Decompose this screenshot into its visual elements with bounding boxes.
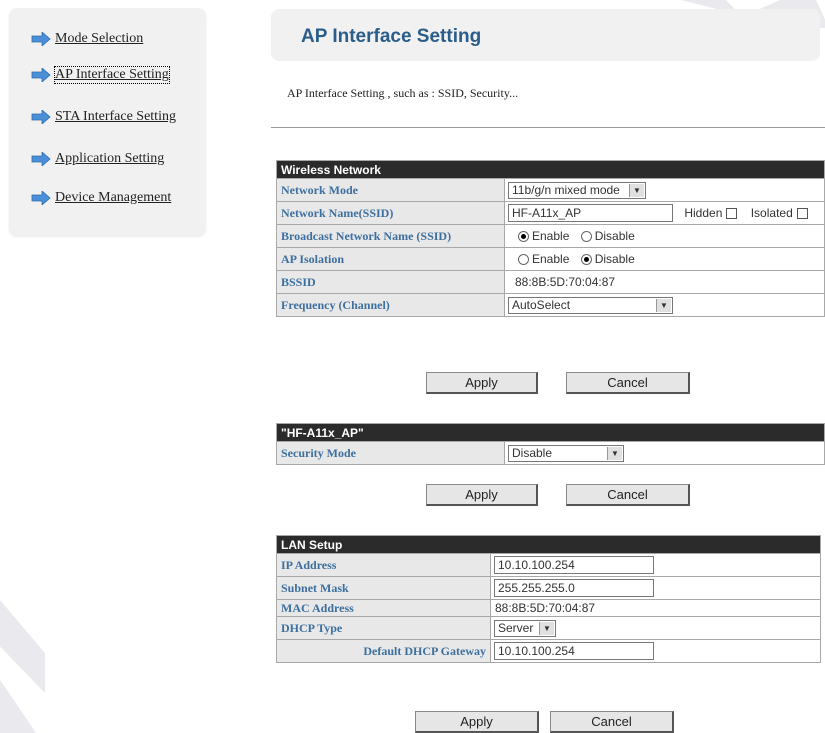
wireless-apply-button[interactable]: Apply bbox=[426, 372, 538, 394]
security-mode-label: Security Mode bbox=[276, 441, 505, 465]
lan-cancel-button[interactable]: Cancel bbox=[550, 711, 674, 733]
sidebar-item-label: Mode Selection bbox=[55, 31, 144, 46]
sidebar-item-sta-interface-setting[interactable]: STA Interface Setting bbox=[31, 109, 176, 125]
sidebar-item-label: STA Interface Setting bbox=[55, 109, 176, 124]
dhcp-type-value: Server bbox=[498, 621, 534, 635]
chevron-down-icon: ▼ bbox=[539, 621, 554, 635]
broadcast-enable-radio[interactable] bbox=[518, 230, 529, 242]
sidebar-item-label: Application Setting bbox=[55, 151, 165, 166]
ip-address-label: IP Address bbox=[276, 553, 491, 577]
frequency-label: Frequency (Channel) bbox=[276, 293, 505, 317]
hidden-label: Hidden bbox=[684, 206, 723, 220]
frequency-select[interactable]: AutoSelect ▼ bbox=[508, 296, 673, 314]
chevron-down-icon: ▼ bbox=[656, 298, 671, 312]
chevron-down-icon: ▼ bbox=[607, 446, 622, 460]
sidebar-item-label: AP Interface Setting bbox=[54, 66, 170, 84]
sidebar: Mode Selection AP Interface Setting STA … bbox=[9, 8, 206, 236]
isolation-enable-radio[interactable] bbox=[518, 253, 529, 265]
dhcp-gateway-label: Default DHCP Gateway bbox=[276, 639, 491, 663]
arrow-right-icon bbox=[31, 191, 51, 205]
security-apply-button[interactable]: Apply bbox=[426, 484, 538, 506]
security-mode-select[interactable]: Disable ▼ bbox=[508, 444, 624, 462]
mac-address-label: MAC Address bbox=[276, 599, 491, 617]
security-mode-value: Disable bbox=[512, 446, 553, 460]
isolated-checkbox[interactable] bbox=[796, 207, 808, 219]
sidebar-item-application-setting[interactable]: Application Setting bbox=[31, 151, 164, 167]
sidebar-item-mode-selection[interactable]: Mode Selection bbox=[31, 31, 143, 47]
page-description: AP Interface Setting , such as : SSID, S… bbox=[287, 86, 519, 100]
frequency-value: AutoSelect bbox=[512, 298, 571, 312]
ssid-input[interactable]: HF-A11x_AP bbox=[508, 204, 673, 222]
dhcp-gateway-input[interactable]: 10.10.100.254 bbox=[494, 642, 654, 660]
section-header-lan: LAN Setup bbox=[276, 535, 821, 554]
corner-decoration-left bbox=[0, 600, 45, 733]
isolated-label: Isolated bbox=[750, 206, 793, 220]
isolation-disable-radio[interactable] bbox=[580, 253, 592, 265]
ssid-label: Network Name(SSID) bbox=[276, 201, 505, 225]
sidebar-item-device-management[interactable]: Device Management bbox=[31, 190, 171, 206]
wireless-cancel-button[interactable]: Cancel bbox=[566, 372, 690, 394]
section-header-security: "HF-A11x_AP" bbox=[276, 423, 825, 442]
bssid-value: 88:8B:5D:70:04:87 bbox=[504, 270, 825, 294]
arrow-right-icon bbox=[31, 152, 51, 166]
hidden-checkbox[interactable] bbox=[726, 207, 738, 219]
isolation-disable-label: Disable bbox=[594, 252, 635, 267]
subnet-mask-label: Subnet Mask bbox=[276, 576, 491, 600]
wireless-network-table: Wireless Network Network Mode 11b/g/n mi… bbox=[276, 160, 825, 317]
arrow-right-icon bbox=[31, 110, 51, 124]
isolation-enable-label: Enable bbox=[532, 252, 570, 267]
lan-setup-table: LAN Setup IP Address 10.10.100.254 Subne… bbox=[276, 535, 821, 663]
broadcast-disable-radio[interactable] bbox=[580, 230, 592, 242]
broadcast-disable-label: Disable bbox=[594, 229, 635, 244]
bssid-label: BSSID bbox=[276, 270, 505, 294]
sidebar-item-label: Device Management bbox=[55, 190, 172, 205]
ip-address-input[interactable]: 10.10.100.254 bbox=[494, 556, 654, 574]
arrow-right-icon bbox=[31, 32, 51, 46]
broadcast-enable-label: Enable bbox=[532, 229, 570, 244]
network-mode-value: 11b/g/n mixed mode bbox=[512, 183, 620, 197]
network-mode-select[interactable]: 11b/g/n mixed mode ▼ bbox=[508, 181, 646, 199]
security-table: "HF-A11x_AP" Security Mode Disable ▼ bbox=[276, 423, 825, 465]
dhcp-type-label: DHCP Type bbox=[276, 616, 491, 640]
network-mode-label: Network Mode bbox=[276, 178, 505, 202]
arrow-right-icon bbox=[31, 68, 51, 82]
dhcp-type-select[interactable]: Server ▼ bbox=[494, 619, 556, 637]
ap-isolation-label: AP Isolation bbox=[276, 247, 505, 271]
sidebar-item-ap-interface-setting[interactable]: AP Interface Setting bbox=[31, 66, 170, 84]
chevron-down-icon: ▼ bbox=[629, 183, 644, 197]
mac-address-value: 88:8B:5D:70:04:87 bbox=[490, 599, 821, 617]
lan-apply-button[interactable]: Apply bbox=[415, 711, 539, 733]
section-header-wireless: Wireless Network bbox=[276, 160, 825, 179]
subnet-mask-input[interactable]: 255.255.255.0 bbox=[494, 579, 654, 597]
broadcast-ssid-label: Broadcast Network Name (SSID) bbox=[276, 224, 505, 248]
divider bbox=[271, 127, 825, 128]
page-title: AP Interface Setting bbox=[301, 26, 482, 47]
page-header: AP Interface Setting bbox=[271, 9, 820, 61]
security-cancel-button[interactable]: Cancel bbox=[566, 484, 690, 506]
